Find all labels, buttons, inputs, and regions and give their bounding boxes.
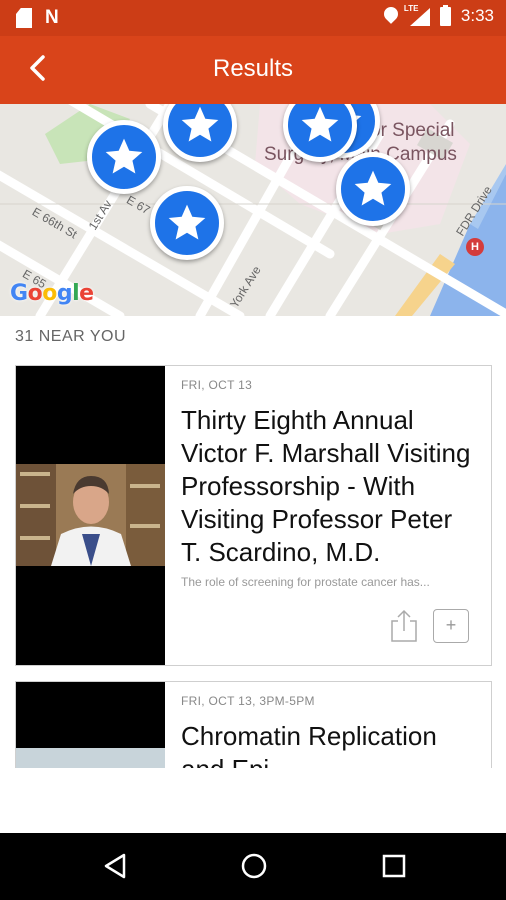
add-to-calendar-button[interactable]: + — [433, 609, 469, 643]
signal-icon: LTE — [404, 4, 430, 26]
event-title[interactable]: Thirty Eighth Annual Victor F. Marshall … — [181, 404, 475, 569]
system-nav-bar — [0, 833, 506, 900]
battery-charging-icon — [439, 4, 451, 26]
event-date: FRI, OCT 13, 3PM-5PM — [181, 694, 315, 708]
n-icon — [44, 7, 64, 29]
map-marker[interactable] — [150, 186, 224, 260]
map-marker[interactable] — [336, 152, 410, 226]
speaker-photo — [16, 464, 165, 566]
star-icon — [168, 204, 206, 240]
star-icon — [181, 106, 219, 142]
event-image — [16, 682, 165, 768]
event-actions: + — [389, 609, 469, 643]
circle-home-icon — [241, 853, 267, 879]
event-card-body: FRI, OCT 13, 3PM-5PM Chromatin Replicati… — [165, 682, 491, 768]
share-button[interactable] — [389, 609, 419, 643]
results-count-header: 31 NEAR YOU — [15, 328, 127, 345]
event-date: FRI, OCT 13 — [181, 378, 253, 392]
square-recents-icon — [382, 854, 406, 878]
location-pin-icon — [384, 7, 398, 25]
event-title[interactable]: Chromatin Replication and Epi... — [181, 720, 475, 768]
results-list[interactable]: FRI, OCT 13 Thirty Eighth Annual Victor … — [15, 365, 492, 768]
nav-recents-button[interactable] — [379, 851, 409, 881]
status-bar: LTE 3:33 — [0, 0, 506, 36]
event-card[interactable]: FRI, OCT 13, 3PM-5PM Chromatin Replicati… — [15, 681, 492, 768]
event-photo — [16, 748, 165, 768]
star-icon — [105, 138, 143, 174]
event-description: The role of screening for prostate cance… — [181, 575, 430, 589]
page-title: Results — [212, 55, 294, 82]
map-label-hospital-line1: or Special — [370, 120, 455, 141]
share-icon — [391, 609, 417, 642]
nav-home-button[interactable] — [239, 851, 269, 881]
triangle-back-icon — [104, 853, 126, 879]
event-image — [16, 366, 165, 665]
star-icon — [354, 170, 392, 206]
network-type: LTE — [403, 4, 419, 13]
map-marker[interactable] — [87, 120, 161, 194]
status-time: 3:33 — [460, 6, 494, 25]
sd-card-icon — [16, 8, 32, 28]
hospital-icon: H — [466, 238, 484, 256]
nav-back-button[interactable] — [100, 851, 130, 881]
star-icon — [301, 106, 339, 142]
google-logo: Google — [10, 281, 94, 306]
app-bar: Results — [0, 36, 506, 104]
map-view[interactable]: or Special Surgery, Main Campus H E 66th… — [0, 104, 506, 316]
event-card[interactable]: FRI, OCT 13 Thirty Eighth Annual Victor … — [15, 365, 492, 666]
